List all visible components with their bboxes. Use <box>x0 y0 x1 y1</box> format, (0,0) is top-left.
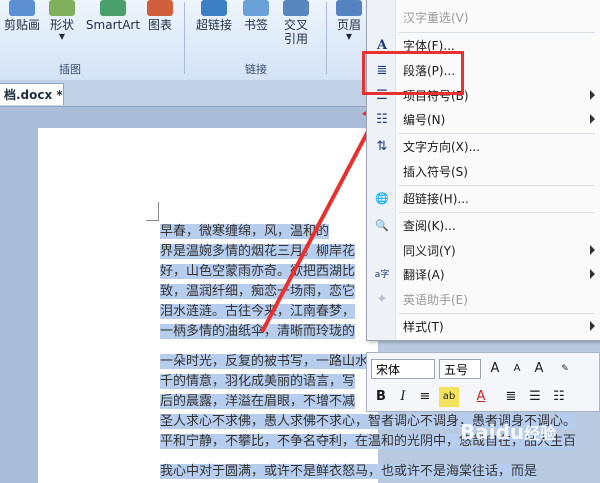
menu-item-insert-symbol[interactable]: 插入符号(S) <box>367 160 600 184</box>
menu-item-english-assistant: ✦ 英语助手(E) <box>367 288 600 312</box>
align-center-button[interactable]: ≡ <box>415 387 435 407</box>
menu-item-research[interactable]: 🔍 查阅(K)... <box>367 214 600 238</box>
bullets-button[interactable]: ☰ <box>525 387 545 407</box>
menu-separator <box>399 32 595 33</box>
font-color-button[interactable]: A <box>471 387 491 407</box>
menu-item-numbering[interactable]: ☷ 编号(N) <box>367 108 600 132</box>
grow-font-icon[interactable]: A <box>485 359 505 379</box>
arrow-shaft <box>260 117 377 333</box>
numbering-icon: ☷ <box>376 112 388 127</box>
mini-toolbar: 宋体 五号 A A A ✎ B I ≡ ab A ≣ ☰ ☷ <box>366 352 600 412</box>
italic-button[interactable]: I <box>393 387 413 407</box>
menu-separator <box>399 313 595 314</box>
menu-item-synonyms[interactable]: 同义词(Y) <box>367 239 600 263</box>
menu-separator <box>399 212 595 213</box>
font-size-select[interactable]: 五号 <box>439 359 481 379</box>
english-assistant-icon: ✦ <box>376 292 388 307</box>
bold-button[interactable]: B <box>371 387 391 407</box>
highlight-button[interactable]: ab <box>439 387 459 407</box>
menu-item-reconvert: 汉字重选(V) <box>403 11 469 25</box>
menu-item-text-direction[interactable]: ⇅ 文字方向(X)... <box>367 135 600 159</box>
menu-item-translate[interactable]: a字 翻译(A) <box>367 263 600 287</box>
research-icon: 🔍 <box>375 219 389 232</box>
menu-item-hyperlink[interactable]: 🌐 超链接(H)... <box>367 187 600 211</box>
shrink-font-icon[interactable]: A <box>507 359 527 379</box>
hyperlink-icon: 🌐 <box>375 192 389 205</box>
decrease-indent-button[interactable]: ≣ <box>501 387 521 407</box>
submenu-arrow-icon <box>590 245 595 255</box>
numbering-button[interactable]: ☷ <box>549 387 569 407</box>
font-name-select[interactable]: 宋体 <box>371 359 435 379</box>
menu-separator <box>399 185 595 186</box>
text-direction-icon: ⇅ <box>376 139 388 154</box>
submenu-arrow-icon <box>590 269 595 279</box>
styles-icon[interactable]: A <box>529 359 549 379</box>
submenu-arrow-icon <box>590 90 595 100</box>
format-painter-icon[interactable]: ✎ <box>555 359 575 379</box>
translate-icon: a字 <box>374 270 390 280</box>
submenu-arrow-icon <box>590 321 595 331</box>
menu-item-styles[interactable]: 样式(T) <box>367 315 600 339</box>
submenu-arrow-icon <box>590 114 595 124</box>
annotation-highlight-box <box>362 51 464 95</box>
menu-separator <box>399 133 595 134</box>
baidu-watermark: Baidu经验 <box>460 420 557 444</box>
